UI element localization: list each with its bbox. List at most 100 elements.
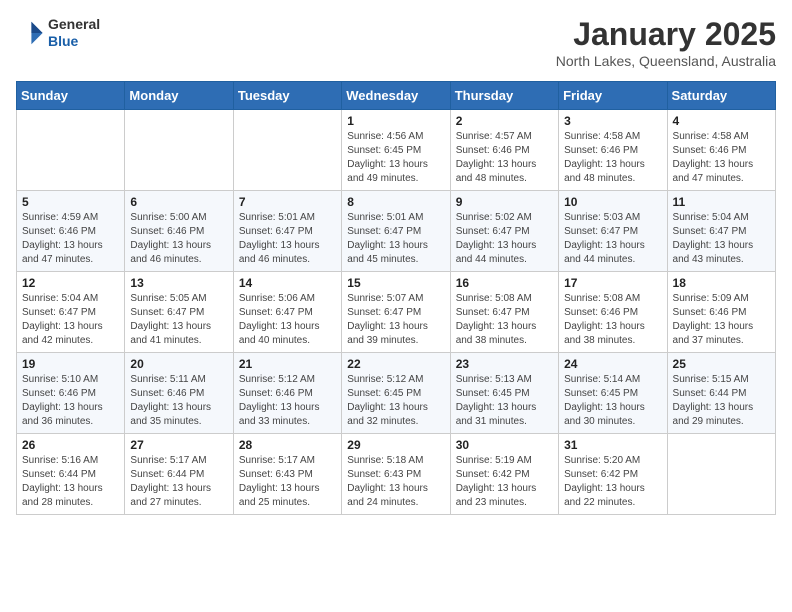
day-info: Sunrise: 5:04 AM Sunset: 6:47 PM Dayligh… [22,292,119,348]
day-info: Sunrise: 5:12 AM Sunset: 6:45 PM Dayligh… [347,373,444,429]
calendar-cell: 30 Sunrise: 5:19 AM Sunset: 6:42 PM Dayli… [450,434,558,515]
day-of-week-header: Monday [125,82,233,110]
day-info: Sunrise: 5:01 AM Sunset: 6:47 PM Dayligh… [347,211,444,267]
day-number: 24 [564,357,661,371]
day-info: Sunrise: 4:58 AM Sunset: 6:46 PM Dayligh… [564,130,661,186]
day-number: 12 [22,276,119,290]
calendar-week-row: 19 Sunrise: 5:10 AM Sunset: 6:46 PM Dayli… [17,353,776,434]
day-number: 20 [130,357,227,371]
calendar-cell: 31 Sunrise: 5:20 AM Sunset: 6:42 PM Dayli… [559,434,667,515]
logo-icon [16,19,44,47]
logo-text: General Blue [48,16,100,50]
day-number: 31 [564,438,661,452]
calendar-cell [17,110,125,191]
day-number: 16 [456,276,553,290]
calendar-cell: 19 Sunrise: 5:10 AM Sunset: 6:46 PM Dayli… [17,353,125,434]
day-info: Sunrise: 5:07 AM Sunset: 6:47 PM Dayligh… [347,292,444,348]
day-number: 18 [673,276,770,290]
day-number: 10 [564,195,661,209]
calendar-cell: 25 Sunrise: 5:15 AM Sunset: 6:44 PM Dayli… [667,353,775,434]
calendar-cell: 22 Sunrise: 5:12 AM Sunset: 6:45 PM Dayli… [342,353,450,434]
day-info: Sunrise: 5:02 AM Sunset: 6:47 PM Dayligh… [456,211,553,267]
day-number: 30 [456,438,553,452]
day-number: 15 [347,276,444,290]
calendar-cell: 29 Sunrise: 5:18 AM Sunset: 6:43 PM Dayli… [342,434,450,515]
day-info: Sunrise: 5:12 AM Sunset: 6:46 PM Dayligh… [239,373,336,429]
calendar-week-row: 12 Sunrise: 5:04 AM Sunset: 6:47 PM Dayli… [17,272,776,353]
day-info: Sunrise: 5:10 AM Sunset: 6:46 PM Dayligh… [22,373,119,429]
day-info: Sunrise: 5:17 AM Sunset: 6:44 PM Dayligh… [130,454,227,510]
day-info: Sunrise: 5:11 AM Sunset: 6:46 PM Dayligh… [130,373,227,429]
calendar-week-row: 26Sunrise: 5:16 AM Sunset: 6:44 PM Dayli… [17,434,776,515]
day-info: Sunrise: 5:08 AM Sunset: 6:47 PM Dayligh… [456,292,553,348]
calendar-cell: 12 Sunrise: 5:04 AM Sunset: 6:47 PM Dayli… [17,272,125,353]
day-of-week-header: Tuesday [233,82,341,110]
location-text: North Lakes, Queensland, Australia [556,53,776,69]
day-number: 19 [22,357,119,371]
day-of-week-header: Wednesday [342,82,450,110]
day-number: 7 [239,195,336,209]
day-info: Sunrise: 5:01 AM Sunset: 6:47 PM Dayligh… [239,211,336,267]
calendar-cell [125,110,233,191]
calendar-cell: 20 Sunrise: 5:11 AM Sunset: 6:46 PM Dayli… [125,353,233,434]
calendar-week-row: 1 Sunrise: 4:56 AM Sunset: 6:45 PM Daylig… [17,110,776,191]
calendar-cell: 9 Sunrise: 5:02 AM Sunset: 6:47 PM Daylig… [450,191,558,272]
logo-blue-text: Blue [48,33,100,50]
day-info: Sunrise: 5:06 AM Sunset: 6:47 PM Dayligh… [239,292,336,348]
day-info: Sunrise: 5:20 AM Sunset: 6:42 PM Dayligh… [564,454,661,510]
day-number: 21 [239,357,336,371]
calendar-week-row: 5Sunrise: 4:59 AM Sunset: 6:46 PM Daylig… [17,191,776,272]
calendar-cell: 26Sunrise: 5:16 AM Sunset: 6:44 PM Dayli… [17,434,125,515]
calendar-cell: 10 Sunrise: 5:03 AM Sunset: 6:47 PM Dayli… [559,191,667,272]
calendar-cell: 5Sunrise: 4:59 AM Sunset: 6:46 PM Daylig… [17,191,125,272]
calendar-cell: 6 Sunrise: 5:00 AM Sunset: 6:46 PM Daylig… [125,191,233,272]
day-info: Sunrise: 5:15 AM Sunset: 6:44 PM Dayligh… [673,373,770,429]
day-info: Sunrise: 5:05 AM Sunset: 6:47 PM Dayligh… [130,292,227,348]
day-info: Sunrise: 5:19 AM Sunset: 6:42 PM Dayligh… [456,454,553,510]
calendar-cell: 14 Sunrise: 5:06 AM Sunset: 6:47 PM Dayli… [233,272,341,353]
logo: General Blue [16,16,100,50]
day-number: 27 [130,438,227,452]
calendar-cell: 24 Sunrise: 5:14 AM Sunset: 6:45 PM Dayli… [559,353,667,434]
day-info: Sunrise: 5:08 AM Sunset: 6:46 PM Dayligh… [564,292,661,348]
day-number: 6 [130,195,227,209]
calendar-cell: 2 Sunrise: 4:57 AM Sunset: 6:46 PM Daylig… [450,110,558,191]
day-of-week-header: Thursday [450,82,558,110]
day-info: Sunrise: 5:09 AM Sunset: 6:46 PM Dayligh… [673,292,770,348]
day-info: Sunrise: 4:56 AM Sunset: 6:45 PM Dayligh… [347,130,444,186]
day-number: 25 [673,357,770,371]
day-number: 1 [347,114,444,128]
calendar-cell: 21 Sunrise: 5:12 AM Sunset: 6:46 PM Dayli… [233,353,341,434]
month-title: January 2025 [556,16,776,53]
day-info: Sunrise: 5:16 AM Sunset: 6:44 PM Dayligh… [22,454,119,510]
day-number: 13 [130,276,227,290]
page-header: General Blue January 2025 North Lakes, Q… [16,16,776,69]
day-info: Sunrise: 5:18 AM Sunset: 6:43 PM Dayligh… [347,454,444,510]
calendar-cell [667,434,775,515]
calendar-cell: 15 Sunrise: 5:07 AM Sunset: 6:47 PM Dayli… [342,272,450,353]
day-number: 29 [347,438,444,452]
day-info: Sunrise: 5:00 AM Sunset: 6:46 PM Dayligh… [130,211,227,267]
day-info: Sunrise: 5:13 AM Sunset: 6:45 PM Dayligh… [456,373,553,429]
calendar-cell: 17Sunrise: 5:08 AM Sunset: 6:46 PM Dayli… [559,272,667,353]
day-of-week-header: Saturday [667,82,775,110]
calendar-cell: 18 Sunrise: 5:09 AM Sunset: 6:46 PM Dayli… [667,272,775,353]
calendar-cell: 7 Sunrise: 5:01 AM Sunset: 6:47 PM Daylig… [233,191,341,272]
calendar-cell: 23Sunrise: 5:13 AM Sunset: 6:45 PM Dayli… [450,353,558,434]
day-number: 14 [239,276,336,290]
title-block: January 2025 North Lakes, Queensland, Au… [556,16,776,69]
calendar-cell: 8Sunrise: 5:01 AM Sunset: 6:47 PM Daylig… [342,191,450,272]
day-info: Sunrise: 5:14 AM Sunset: 6:45 PM Dayligh… [564,373,661,429]
day-info: Sunrise: 5:17 AM Sunset: 6:43 PM Dayligh… [239,454,336,510]
day-number: 11 [673,195,770,209]
day-info: Sunrise: 5:03 AM Sunset: 6:47 PM Dayligh… [564,211,661,267]
day-info: Sunrise: 4:57 AM Sunset: 6:46 PM Dayligh… [456,130,553,186]
day-number: 2 [456,114,553,128]
calendar-table: SundayMondayTuesdayWednesdayThursdayFrid… [16,81,776,515]
calendar-cell: 4Sunrise: 4:58 AM Sunset: 6:46 PM Daylig… [667,110,775,191]
day-of-week-header: Sunday [17,82,125,110]
day-number: 22 [347,357,444,371]
calendar-cell: 11Sunrise: 5:04 AM Sunset: 6:47 PM Dayli… [667,191,775,272]
calendar-cell: 13 Sunrise: 5:05 AM Sunset: 6:47 PM Dayli… [125,272,233,353]
day-number: 9 [456,195,553,209]
